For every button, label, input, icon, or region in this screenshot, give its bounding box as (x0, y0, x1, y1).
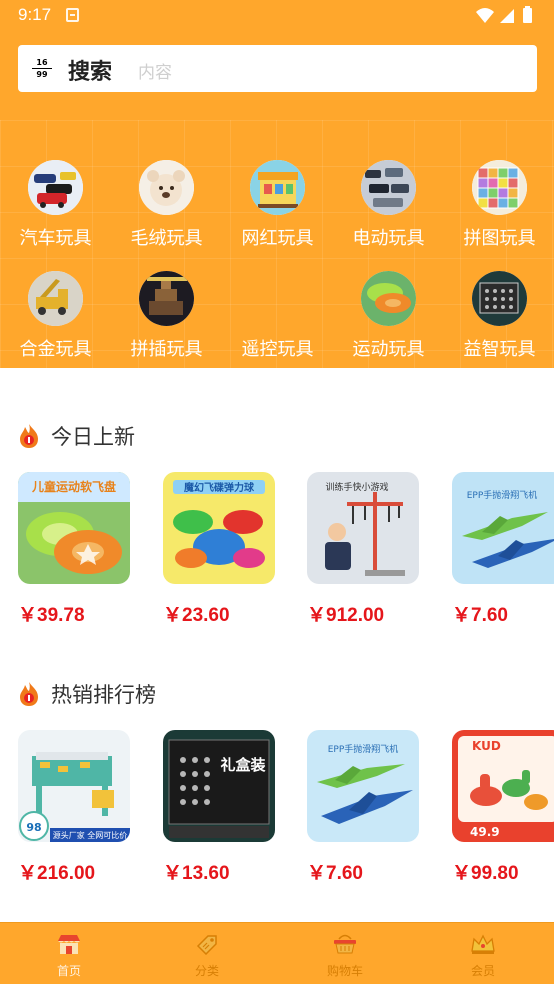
category-label: 拼插玩具 (130, 339, 203, 360)
product-price: ￥216.00 (18, 863, 96, 884)
toy-cars-icon (28, 160, 83, 215)
tab-label: 首页 (56, 964, 81, 978)
signal-icon (500, 9, 514, 23)
product-banner-text: EPP手抛滑翔飞机 (467, 489, 538, 501)
puzzle-icon (472, 160, 527, 215)
product-banner-text: EPP手抛滑翔飞机 (328, 743, 399, 755)
product-image-kids-table: 98 源头厂家 全网可比价 (18, 730, 130, 842)
product-badge-text: 98 (26, 821, 41, 834)
product-image-gift-box-puzzle: 礼盒装 (163, 730, 275, 842)
logo-top-text: 16 (36, 58, 48, 67)
category-label: 毛绒玩具 (130, 228, 203, 249)
product-banner-text: 魔幻飞碟弹力球 (184, 481, 255, 494)
category-item-trending-toys[interactable]: 网红玩具 (222, 158, 333, 258)
product-caption-text: 源头厂家 全网可比价 (53, 830, 128, 840)
rc-vehicles-icon (361, 160, 416, 215)
section-title-text: 今日上新 (51, 425, 135, 449)
tab-category[interactable]: 分类 (138, 923, 276, 984)
search-placeholder: 内容 (138, 63, 172, 83)
product-price: ￥7.60 (452, 605, 508, 626)
category-tag-icon (194, 933, 220, 956)
product-price: ￥13.60 (163, 863, 230, 884)
category-label: 汽车玩具 (19, 228, 92, 249)
category-item-educational-toys[interactable]: 益智玩具 (444, 269, 554, 369)
product-price: ￥23.60 (163, 605, 230, 626)
status-icons (474, 6, 540, 26)
wifi-icon (476, 8, 494, 23)
search-bar[interactable]: 16 99 搜索 内容 (18, 45, 537, 92)
product-image-foam-plane: EPP手抛滑翔飞机 (452, 472, 554, 584)
category-label: 益智玩具 (463, 339, 536, 360)
product-banner-text: 儿童运动软飞盘 (31, 479, 116, 494)
header-area: 9:17 16 99 搜索 内容 汽车玩具 毛绒玩具 网红玩具 电动玩具 拼图玩… (0, 0, 554, 368)
product-image-frisbee-set: 儿童运动软飞盘 (18, 472, 130, 584)
tab-label: 会员 (470, 964, 495, 978)
category-item-plush-toys[interactable]: 毛绒玩具 (111, 158, 222, 258)
building-blocks-icon (139, 271, 194, 326)
tab-home[interactable]: 首页 (0, 923, 138, 984)
category-label: 运动玩具 (352, 339, 425, 360)
product-row-new-today: 儿童运动软飞盘 ￥39.78 魔幻飞碟弹力球 ￥23.60 训练手快小游戏 ￥9… (0, 472, 554, 632)
logo-bottom-text: 99 (32, 68, 52, 80)
product-banner-text: 训练手快小游戏 (325, 481, 388, 493)
product-price: ￥39.78 (18, 605, 85, 626)
category-item-puzzle-toys[interactable]: 拼图玩具 (444, 158, 554, 258)
product-row-best-sellers: 98 源头厂家 全网可比价 ￥216.00 礼盒装 ￥13.60 EPP手抛滑翔飞… (0, 730, 554, 890)
product-image-ufo-balls: 魔幻飞碟弹力球 (163, 472, 275, 584)
product-banner-text: 礼盒装 (220, 756, 266, 774)
category-item-sport-toys[interactable]: 运动玩具 (333, 269, 444, 369)
search-label: 搜索 (68, 60, 113, 85)
category-label: 遥控玩具 (241, 339, 314, 360)
tab-member[interactable]: 会员 (414, 923, 552, 984)
app-screen: 9:17 16 99 搜索 内容 汽车玩具 毛绒玩具 网红玩具 电动玩具 拼图玩… (0, 0, 554, 984)
product-price: ￥99.80 (452, 863, 519, 884)
plush-bear-icon (139, 160, 194, 215)
vip-crown-icon (470, 933, 496, 955)
product-sub-text: 49.9 (470, 825, 500, 839)
frisbee-icon (361, 271, 416, 326)
category-label: 网红玩具 (241, 228, 314, 249)
section-title-text: 热销排行榜 (51, 683, 156, 707)
product-price: ￥912.00 (307, 605, 385, 626)
category-item-electric-toys[interactable]: 电动玩具 (333, 158, 444, 258)
category-label: 拼图玩具 (463, 228, 536, 249)
bottom-tab-bar: 首页 分类 购物车 会员 (0, 922, 554, 984)
product-image-dinosaur-toys: KUD 49.9 (452, 730, 554, 842)
product-image-training-stand: 训练手快小游戏 (307, 472, 419, 584)
category-label: 合金玩具 (19, 339, 92, 360)
app-logo-icon: 16 99 (32, 57, 52, 81)
alloy-truck-icon (28, 271, 83, 326)
tab-label: 分类 (194, 964, 219, 978)
puzzle-box-icon (472, 271, 527, 326)
category-item-alloy-toys[interactable]: 合金玩具 (0, 269, 111, 369)
toy-stall-icon (250, 160, 305, 215)
category-item-car-toys[interactable]: 汽车玩具 (0, 158, 111, 258)
product-brand-text: KUD (472, 739, 501, 753)
fire-icon (18, 681, 40, 707)
product-image-foam-plane: EPP手抛滑翔飞机 (307, 730, 419, 842)
category-item-rc-toys[interactable]: 遥控玩具 (222, 269, 333, 369)
status-time: 9:17 (18, 5, 52, 24)
status-bar: 9:17 (0, 0, 554, 32)
home-shop-icon (56, 933, 82, 955)
sim-card-icon (66, 8, 79, 22)
tab-label: 购物车 (326, 964, 363, 978)
cart-icon (332, 933, 358, 955)
category-item-building-toys[interactable]: 拼插玩具 (111, 269, 222, 369)
category-label: 电动玩具 (352, 228, 425, 249)
tab-cart[interactable]: 购物车 (276, 923, 414, 984)
fire-icon (18, 423, 40, 449)
product-price: ￥7.60 (307, 863, 363, 884)
battery-icon (523, 6, 532, 23)
